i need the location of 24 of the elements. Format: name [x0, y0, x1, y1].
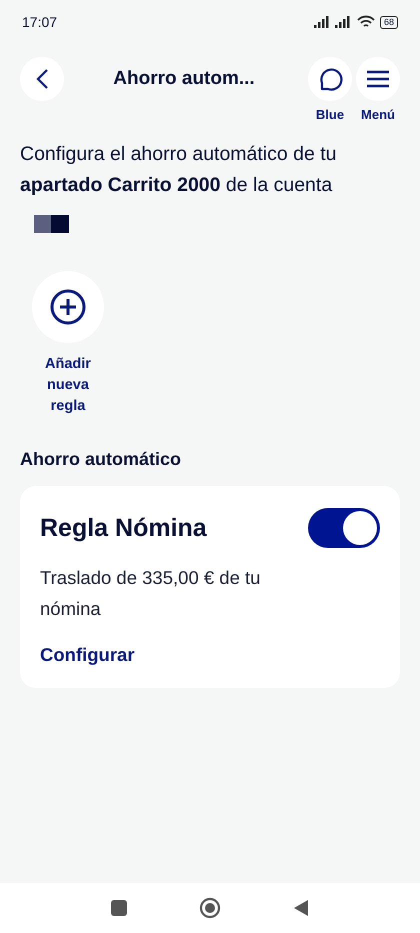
plus-icon: [50, 289, 86, 325]
rule-description: Traslado de 335,00 € de tu nómina: [40, 566, 262, 621]
section-title: Ahorro automático: [20, 449, 182, 470]
action-label: Menú: [361, 107, 395, 122]
configure-link[interactable]: Configurar: [40, 644, 135, 666]
square-icon[interactable]: [111, 900, 127, 916]
battery-level: 68: [380, 16, 398, 28]
signal-icon: [314, 16, 352, 28]
rule-toggle[interactable]: [308, 508, 380, 548]
redacted-mark: [34, 215, 69, 233]
action-label: Blue: [316, 107, 344, 122]
circle-icon[interactable]: [199, 897, 221, 919]
chat-button[interactable]: [308, 57, 352, 101]
intro-text: Configura el ahorro automático de tu apartado Carrito 2000 de la cuenta: [20, 142, 338, 198]
rule-title: Regla Nómina: [40, 514, 207, 542]
chevron-left-icon: [35, 68, 49, 90]
menu-button[interactable]: [356, 57, 400, 101]
menu-icon: [366, 70, 390, 88]
screen-title: Ahorro autom...: [112, 67, 256, 91]
status-time: 17:07: [22, 14, 58, 30]
back-button[interactable]: [20, 57, 64, 101]
wifi-icon: [356, 15, 375, 29]
add-rule-label: Añadir nueva regla: [44, 355, 92, 416]
back-triangle-icon[interactable]: [293, 899, 309, 917]
